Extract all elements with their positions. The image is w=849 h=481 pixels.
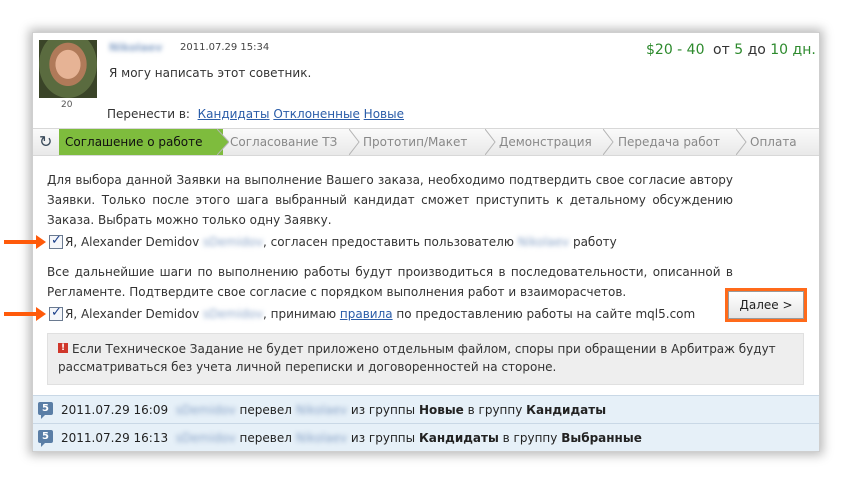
history-from-group: Новые [418,403,464,417]
term-from-label: от [713,42,730,58]
workflow-steps: ↻ Соглашение о работе Согласование ТЗ Пр… [33,128,819,156]
move-link-new[interactable]: Новые [364,107,404,121]
agree-1-suffix: работу [572,235,617,249]
refresh-icon[interactable]: ↻ [39,132,52,151]
agree-2-mid: , принимаю [263,307,337,321]
agree-1-mid: , согласен предоставить пользователю [263,235,514,249]
steps-text: Все дальнейшие шаги по выполнению работы… [47,265,733,299]
rules-link[interactable]: правила [340,307,393,321]
history-to-group: Выбранные [561,431,642,445]
agree-checkbox-2[interactable]: ✓ [49,305,63,321]
username[interactable]: sDemidov [203,307,263,321]
step-agreement[interactable]: Соглашение о работе [59,129,223,155]
username[interactable]: Nikolaev [296,403,347,417]
history-to-label: в группу [502,431,558,445]
application-card: 20 Nikolaev 2011.07.29 15:34 Я могу напи… [32,32,820,452]
checkmark-icon: ✓ [51,305,62,320]
step-demo[interactable]: Демонстрация [499,129,592,155]
history-row: 5 2011.07.29 16:13 sDemidov перевел Niko… [33,423,819,451]
history-text: 2011.07.29 16:09 sDemidov перевел Nikola… [61,403,606,417]
term-to: 10 дн. [770,42,816,58]
checkmark-icon: ✓ [51,233,62,248]
history-from-label: из группы [350,431,416,445]
chevron-right-icon [736,129,747,155]
comment-icon: 5 [38,430,53,447]
history-from-group: Кандидаты [418,431,499,445]
move-link-candidates[interactable]: Кандидаты [198,107,270,121]
agree-1-prefix: Я, Alexander Demidov [65,235,200,249]
step-transfer[interactable]: Передача работ [618,129,720,155]
username[interactable]: sDemidov [203,235,263,249]
username[interactable]: sDemidov [176,403,236,417]
username[interactable]: Nikolaev [518,235,569,249]
move-label: Перенести в: [107,107,190,121]
warning-box: ! Если Техническое Задание не будет прил… [47,333,804,385]
history-verb: перевел [239,403,292,417]
username[interactable]: Nikolaev [109,41,162,54]
agree-2-prefix: Я, Alexander Demidov [65,307,200,321]
agree-label-1: Я, Alexander Demidov sDemidov, согласен … [65,235,617,249]
comment-icon: 5 [38,402,53,419]
next-button[interactable]: Далее > [728,291,804,319]
step-payment[interactable]: Оплата [750,129,797,155]
history-verb: перевел [239,431,292,445]
chevron-right-icon [217,129,229,155]
arrow-right-icon [4,307,46,321]
agree-2-suffix: по предоставлению работы на сайте mql5.c… [396,307,696,321]
step-prototype[interactable]: Прототип/Макет [363,129,467,155]
chevron-right-icon [603,129,614,155]
history-date: 2011.07.29 16:13 [61,431,169,445]
history-date: 2011.07.29 16:09 [61,403,169,417]
term-from: 5 [734,42,744,58]
warning-text: Если Техническое Задание не будет прилож… [58,342,776,374]
username[interactable]: sDemidov [176,431,236,445]
history-text: 2011.07.29 16:13 sDemidov перевел Nikola… [61,431,642,445]
avatar[interactable] [39,40,97,98]
price-range: $20 - 40 [646,42,705,58]
arrow-right-icon [4,235,46,249]
term-to-label: до [747,42,766,58]
post-date: 2011.07.29 15:34 [180,42,270,53]
intro-text: Для выбора данной Заявки на выполнение В… [47,173,733,227]
chevron-right-icon [485,129,496,155]
term: от 5 до 10 дн. [713,42,816,58]
step-spec[interactable]: Согласование ТЗ [230,129,337,155]
application-message: Я могу написать этот советник. [109,66,312,80]
chevron-right-icon [349,129,360,155]
next-button-highlight: Далее > [725,288,807,322]
move-link-rejected[interactable]: Отклоненные [273,107,359,121]
history-row: 5 2011.07.29 16:09 sDemidov перевел Niko… [33,395,819,424]
history-to-group: Кандидаты [526,403,607,417]
avatar-count: 20 [61,100,73,110]
agree-label-2: Я, Alexander Demidov sDemidov, принимаю … [65,307,695,321]
username[interactable]: Nikolaev [296,431,347,445]
agree-checkbox-1[interactable]: ✓ [49,233,63,249]
history-from-label: из группы [350,403,416,417]
history-to-label: в группу [467,403,523,417]
move-to-group: Перенести в: Кандидаты Отклоненные Новые [107,107,404,121]
